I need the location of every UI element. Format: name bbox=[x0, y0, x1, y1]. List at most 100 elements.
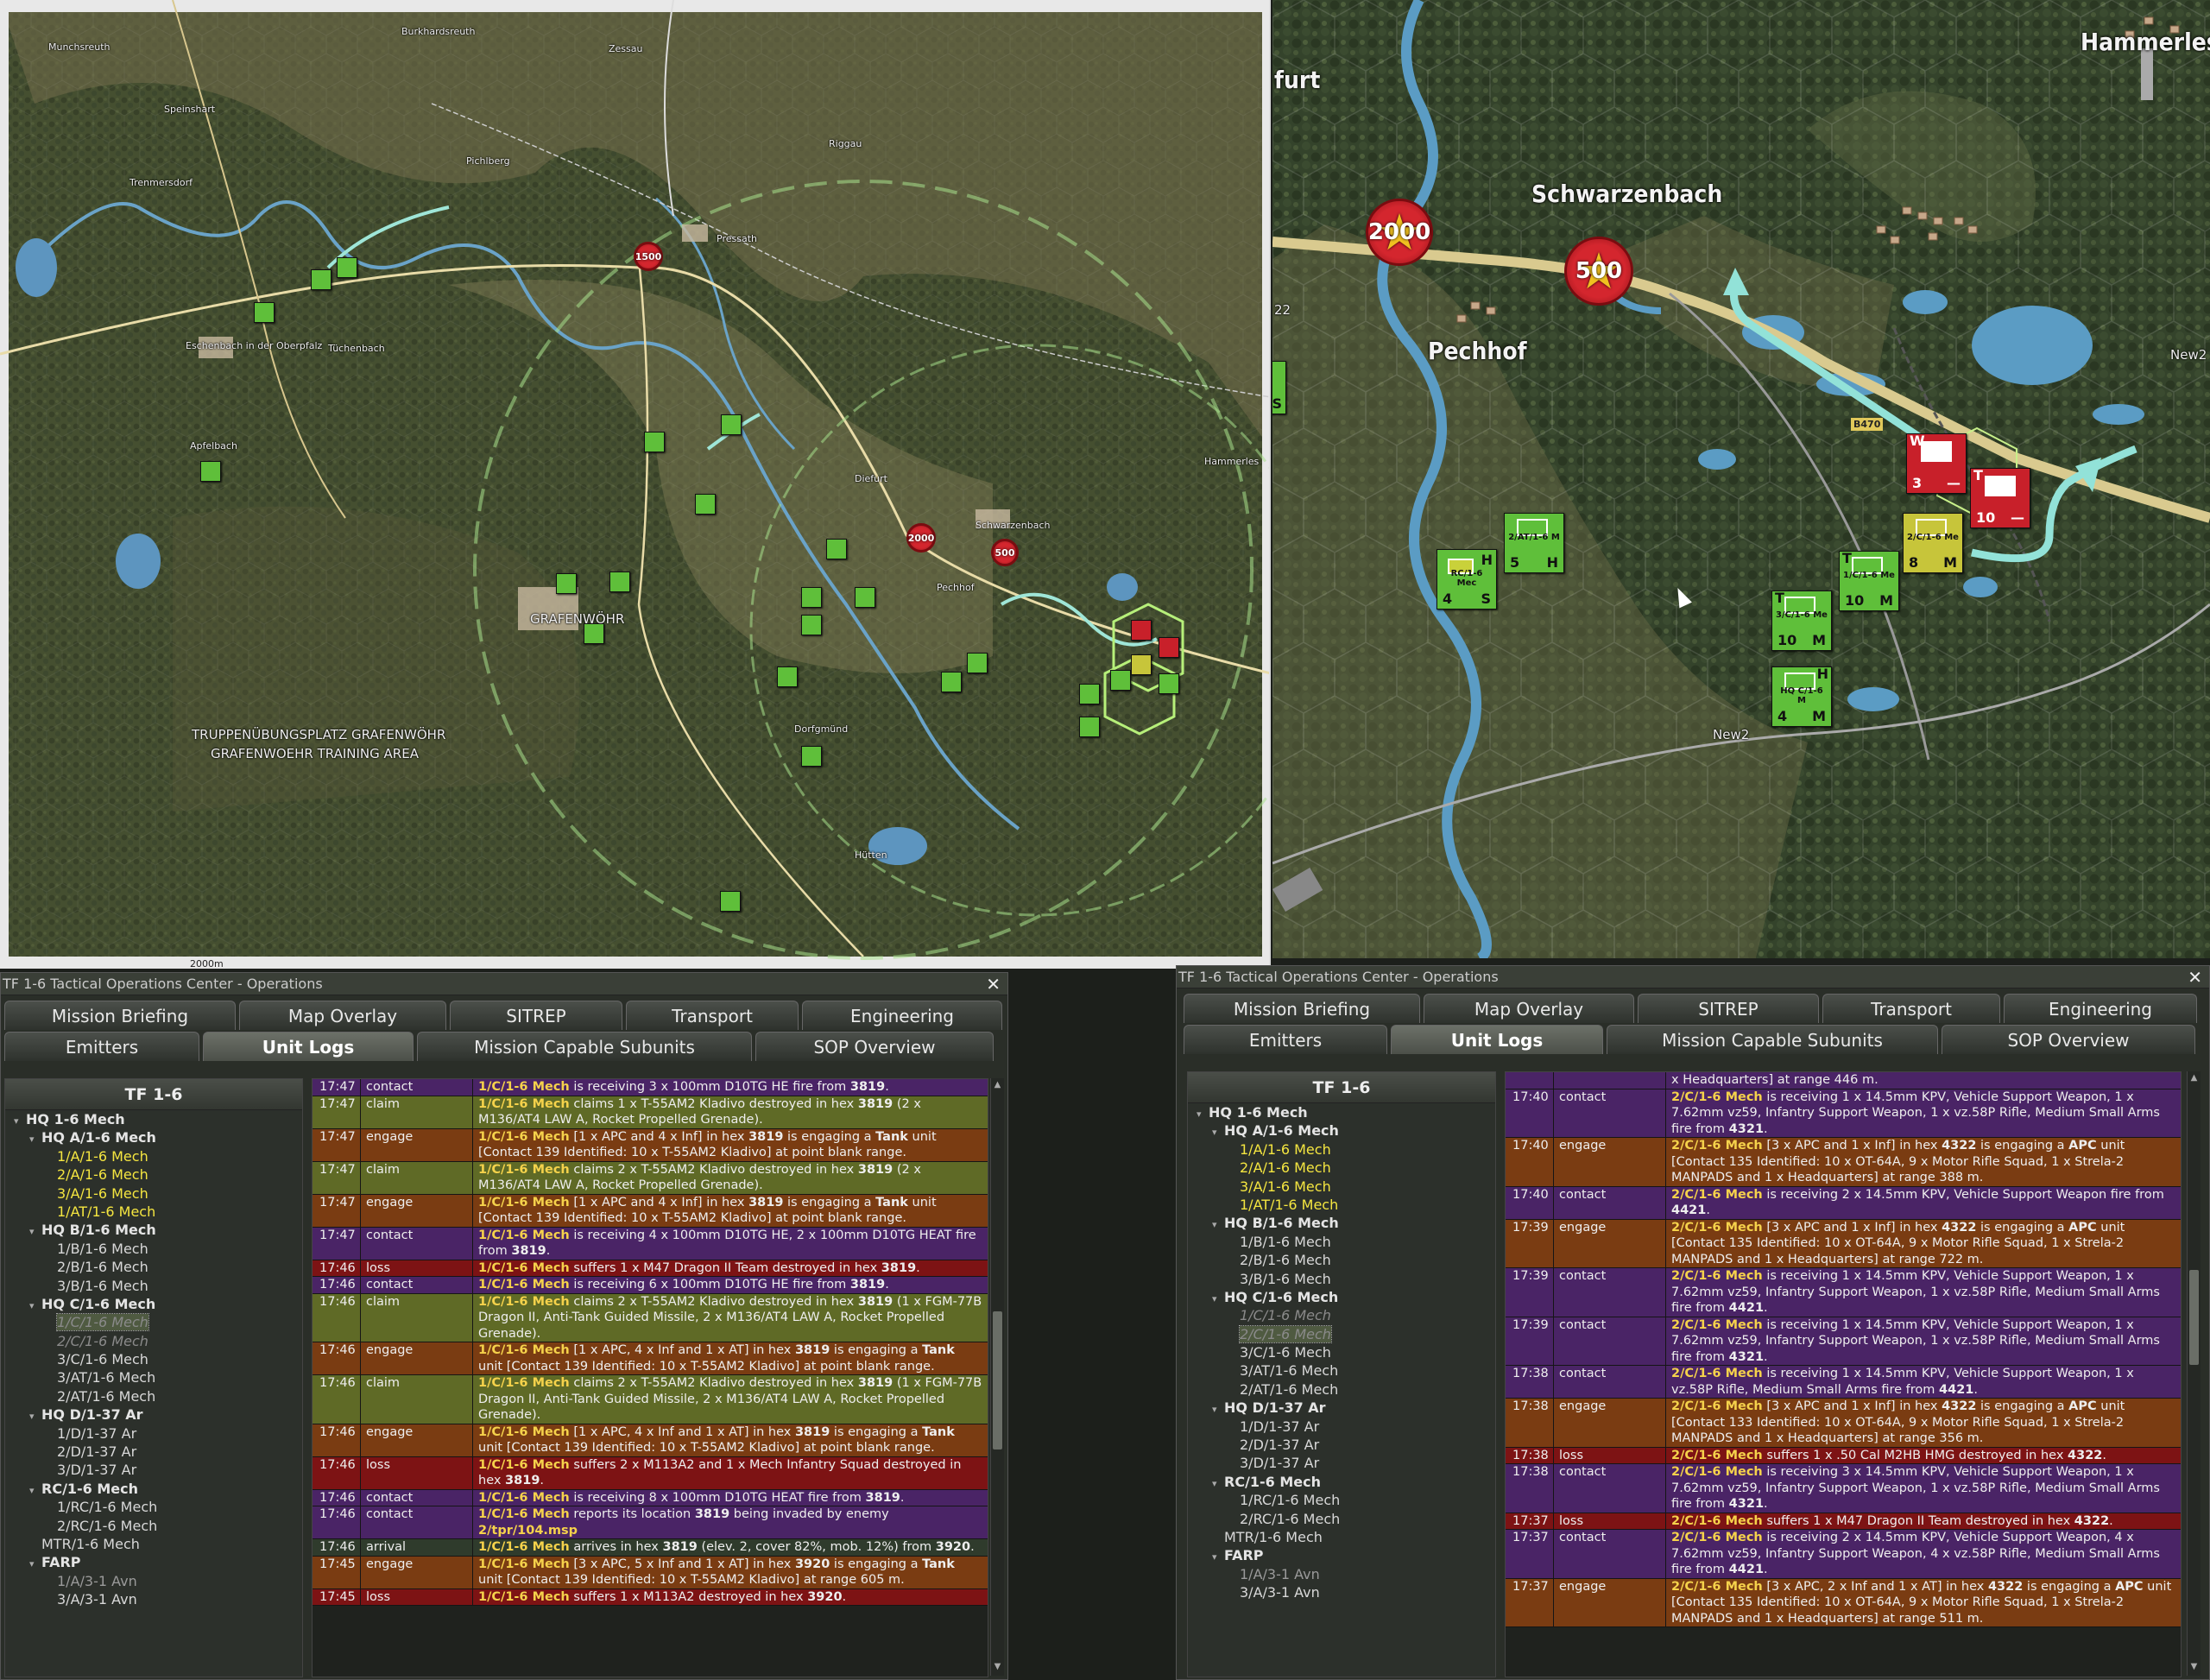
tree-item[interactable]: 2/AT/1-6 Mech bbox=[5, 1387, 302, 1405]
tree-item[interactable]: 2/RC/1-6 Mech bbox=[1188, 1510, 1495, 1528]
tree-item[interactable]: 2/D/1-37 Ar bbox=[5, 1443, 302, 1461]
unit-counter[interactable] bbox=[801, 615, 822, 635]
tree-item[interactable]: 3/B/1-6 Mech bbox=[5, 1277, 302, 1295]
unit-log-list[interactable]: 17:47 contact 1/C/1-6 Mech is receiving 3 … bbox=[312, 1078, 988, 1677]
chevron-down-icon[interactable]: ▾ bbox=[29, 1481, 41, 1500]
unit-counter[interactable] bbox=[644, 432, 665, 452]
log-row[interactable]: 17:39 contact 2/C/1-6 Mech is receiving 1 … bbox=[1506, 1317, 2181, 1366]
tree-item[interactable]: ▾ HQ A/1-6 Mech bbox=[5, 1128, 302, 1146]
tree-item[interactable]: 1/RC/1-6 Mech bbox=[5, 1498, 302, 1516]
log-row[interactable]: 17:38 contact 2/C/1-6 Mech is receiving 1 … bbox=[1506, 1366, 2181, 1399]
unit-counter[interactable] bbox=[967, 653, 988, 673]
unit-counter-3c[interactable]: T 3/C/1-6 Me 10 M bbox=[1771, 590, 1832, 651]
tree-item[interactable]: ▾ HQ D/1-37 Ar bbox=[5, 1405, 302, 1424]
enemy-unit-counter[interactable]: W 3 — bbox=[1906, 433, 1967, 494]
log-row[interactable]: 17:45 loss 1/C/1-6 Mech suffers 1 x M113A2… bbox=[313, 1588, 988, 1606]
tree-item[interactable]: 1/C/1-6 Mech bbox=[5, 1313, 302, 1332]
unit-counter[interactable] bbox=[826, 539, 847, 559]
objective-marker[interactable]: 2000 bbox=[906, 523, 936, 553]
log-row[interactable]: 17:47 contact 1/C/1-6 Mech is receiving 4 … bbox=[313, 1227, 988, 1260]
tree-item[interactable]: 2/A/1-6 Mech bbox=[1188, 1159, 1495, 1177]
unit-tree[interactable]: TF 1-6 ▾ HQ 1-6 Mech ▾ HQ A/1-6 Mech 1/A/1-6… bbox=[1187, 1071, 1496, 1677]
log-row[interactable]: 17:46 claim 1/C/1-6 Mech claims 2 x T-55AM… bbox=[313, 1293, 988, 1342]
log-row[interactable]: 17:39 engage 2/C/1-6 Mech [3 x APC and 1 x… bbox=[1506, 1219, 2181, 1268]
chevron-down-icon[interactable]: ▾ bbox=[1212, 1290, 1224, 1308]
chevron-down-icon[interactable]: ▾ bbox=[29, 1555, 41, 1573]
chevron-down-icon[interactable]: ▾ bbox=[1212, 1216, 1224, 1234]
log-row[interactable]: 17:46 claim 1/C/1-6 Mech claims 2 x T-55AM… bbox=[313, 1375, 988, 1424]
tree-item[interactable]: 2/RC/1-6 Mech bbox=[5, 1517, 302, 1535]
tree-item[interactable]: 2/C/1-6 Mech bbox=[5, 1332, 302, 1350]
unit-counter[interactable] bbox=[311, 269, 332, 290]
unit-counter-rc[interactable]: H RC/1-6 Mec 4 S bbox=[1436, 549, 1497, 609]
unit-counter[interactable] bbox=[254, 302, 275, 323]
tree-item[interactable]: ▾ HQ D/1-37 Ar bbox=[1188, 1399, 1495, 1417]
chevron-down-icon[interactable]: ▾ bbox=[1212, 1400, 1224, 1418]
tree-item[interactable]: 2/B/1-6 Mech bbox=[1188, 1251, 1495, 1269]
tree-item[interactable]: 3/C/1-6 Mech bbox=[1188, 1343, 1495, 1361]
log-row[interactable]: 17:40 contact 2/C/1-6 Mech is receiving 1 … bbox=[1506, 1089, 2181, 1138]
log-row[interactable]: 17:37 engage 2/C/1-6 Mech [3 x APC, 2 x In… bbox=[1506, 1578, 2181, 1627]
tree-item[interactable]: 1/AT/1-6 Mech bbox=[1188, 1196, 1495, 1214]
unit-counter[interactable] bbox=[1131, 654, 1152, 675]
unit-counter[interactable] bbox=[1079, 684, 1100, 704]
tree-item[interactable]: 1/A/1-6 Mech bbox=[5, 1147, 302, 1165]
tab-sitrep[interactable]: SITREP bbox=[450, 1001, 622, 1030]
log-row[interactable]: 17:46 engage 1/C/1-6 Mech [1 x APC, 4 x In… bbox=[313, 1342, 988, 1375]
tree-item[interactable]: ▾ HQ C/1-6 Mech bbox=[1188, 1288, 1495, 1306]
unit-counter-1c[interactable]: T 1/C/1-6 Me 10 M bbox=[1839, 550, 1899, 611]
enemy-unit-counter[interactable] bbox=[1131, 620, 1152, 641]
log-row[interactable]: 17:46 contact 1/C/1-6 Mech reports its loc… bbox=[313, 1506, 988, 1539]
unit-counter[interactable] bbox=[1079, 717, 1100, 737]
unit-counter[interactable] bbox=[200, 461, 221, 482]
chevron-down-icon[interactable]: ▾ bbox=[1212, 1475, 1224, 1493]
tree-item[interactable]: ▾ HQ A/1-6 Mech bbox=[1188, 1121, 1495, 1140]
tree-item[interactable]: 1/D/1-37 Ar bbox=[1188, 1418, 1495, 1436]
tree-item[interactable]: 2/D/1-37 Ar bbox=[1188, 1436, 1495, 1454]
tree-item[interactable]: MTR/1-6 Mech bbox=[5, 1535, 302, 1553]
tab-mission-capable-subunits[interactable]: Mission Capable Subunits bbox=[417, 1032, 752, 1061]
scroll-up-icon[interactable]: ▲ bbox=[991, 1080, 1004, 1092]
tree-item[interactable]: ▾ HQ 1-6 Mech bbox=[1188, 1103, 1495, 1121]
tree-item[interactable]: 3/B/1-6 Mech bbox=[1188, 1270, 1495, 1288]
log-row[interactable]: 17:47 claim 1/C/1-6 Mech claims 1 x T-55AM… bbox=[313, 1096, 988, 1129]
log-row[interactable]: 17:47 contact 1/C/1-6 Mech is receiving 3 … bbox=[313, 1079, 988, 1096]
tree-item[interactable]: 1/AT/1-6 Mech bbox=[5, 1203, 302, 1221]
tree-item[interactable]: 3/C/1-6 Mech bbox=[5, 1350, 302, 1368]
unit-counter[interactable] bbox=[556, 573, 577, 594]
dialog-titlebar[interactable]: TF 1-6 Tactical Operations Center - Oper… bbox=[1177, 966, 2209, 988]
tree-item[interactable]: 3/A/3-1 Avn bbox=[5, 1590, 302, 1608]
tree-item[interactable]: ▾ HQ C/1-6 Mech bbox=[5, 1295, 302, 1313]
unit-counter[interactable]: S bbox=[1272, 361, 1286, 414]
close-icon[interactable]: ✕ bbox=[986, 973, 1001, 995]
log-row[interactable]: x Headquarters] at range 446 m. bbox=[1506, 1072, 2181, 1089]
log-row[interactable]: 17:40 engage 2/C/1-6 Mech [3 x APC and 1 x… bbox=[1506, 1138, 2181, 1187]
unit-counter[interactable] bbox=[721, 414, 742, 435]
tab-transport[interactable]: Transport bbox=[626, 1001, 799, 1030]
objective-marker[interactable]: ★ 2000 bbox=[1366, 199, 1433, 266]
tree-item[interactable]: ▾ HQ B/1-6 Mech bbox=[5, 1221, 302, 1239]
unit-counter[interactable] bbox=[801, 587, 822, 608]
tree-item[interactable]: ▾ RC/1-6 Mech bbox=[5, 1480, 302, 1498]
chevron-down-icon[interactable]: ▾ bbox=[1212, 1123, 1224, 1141]
log-row[interactable]: 17:46 loss 1/C/1-6 Mech suffers 2 x M113A2… bbox=[313, 1456, 988, 1490]
tactical-map[interactable]: Hammerles Schwarzenbach Pechhof furt New… bbox=[1272, 0, 2210, 958]
tab-sitrep[interactable]: SITREP bbox=[1638, 994, 1819, 1023]
unit-counter[interactable] bbox=[584, 623, 604, 644]
unit-counter-2at[interactable]: 2/AT/1-6 M 5 H bbox=[1504, 513, 1564, 573]
unit-counter[interactable] bbox=[941, 672, 962, 692]
tree-item[interactable]: 2/A/1-6 Mech bbox=[5, 1165, 302, 1184]
log-row[interactable]: 17:39 contact 2/C/1-6 Mech is receiving 1 … bbox=[1506, 1268, 2181, 1317]
log-row[interactable]: 17:46 arrival 1/C/1-6 Mech arrives in hex … bbox=[313, 1539, 988, 1557]
tab-mission-capable-subunits[interactable]: Mission Capable Subunits bbox=[1607, 1025, 1938, 1054]
unit-counter[interactable] bbox=[695, 494, 716, 515]
log-row[interactable]: 17:46 loss 1/C/1-6 Mech suffers 1 x M47 Dr… bbox=[313, 1260, 988, 1277]
unit-counter[interactable] bbox=[777, 666, 798, 687]
tree-item[interactable]: MTR/1-6 Mech bbox=[1188, 1528, 1495, 1546]
tab-engineering[interactable]: Engineering bbox=[802, 1001, 1002, 1030]
tree-item[interactable]: 3/A/1-6 Mech bbox=[5, 1184, 302, 1203]
chevron-down-icon[interactable]: ▾ bbox=[29, 1407, 41, 1425]
log-row[interactable]: 17:46 engage 1/C/1-6 Mech [1 x APC, 4 x In… bbox=[313, 1424, 988, 1457]
tab-engineering[interactable]: Engineering bbox=[2004, 994, 2197, 1023]
unit-tree[interactable]: TF 1-6 ▾ HQ 1-6 Mech ▾ HQ A/1-6 Mech 1/A/1-6… bbox=[4, 1078, 303, 1677]
